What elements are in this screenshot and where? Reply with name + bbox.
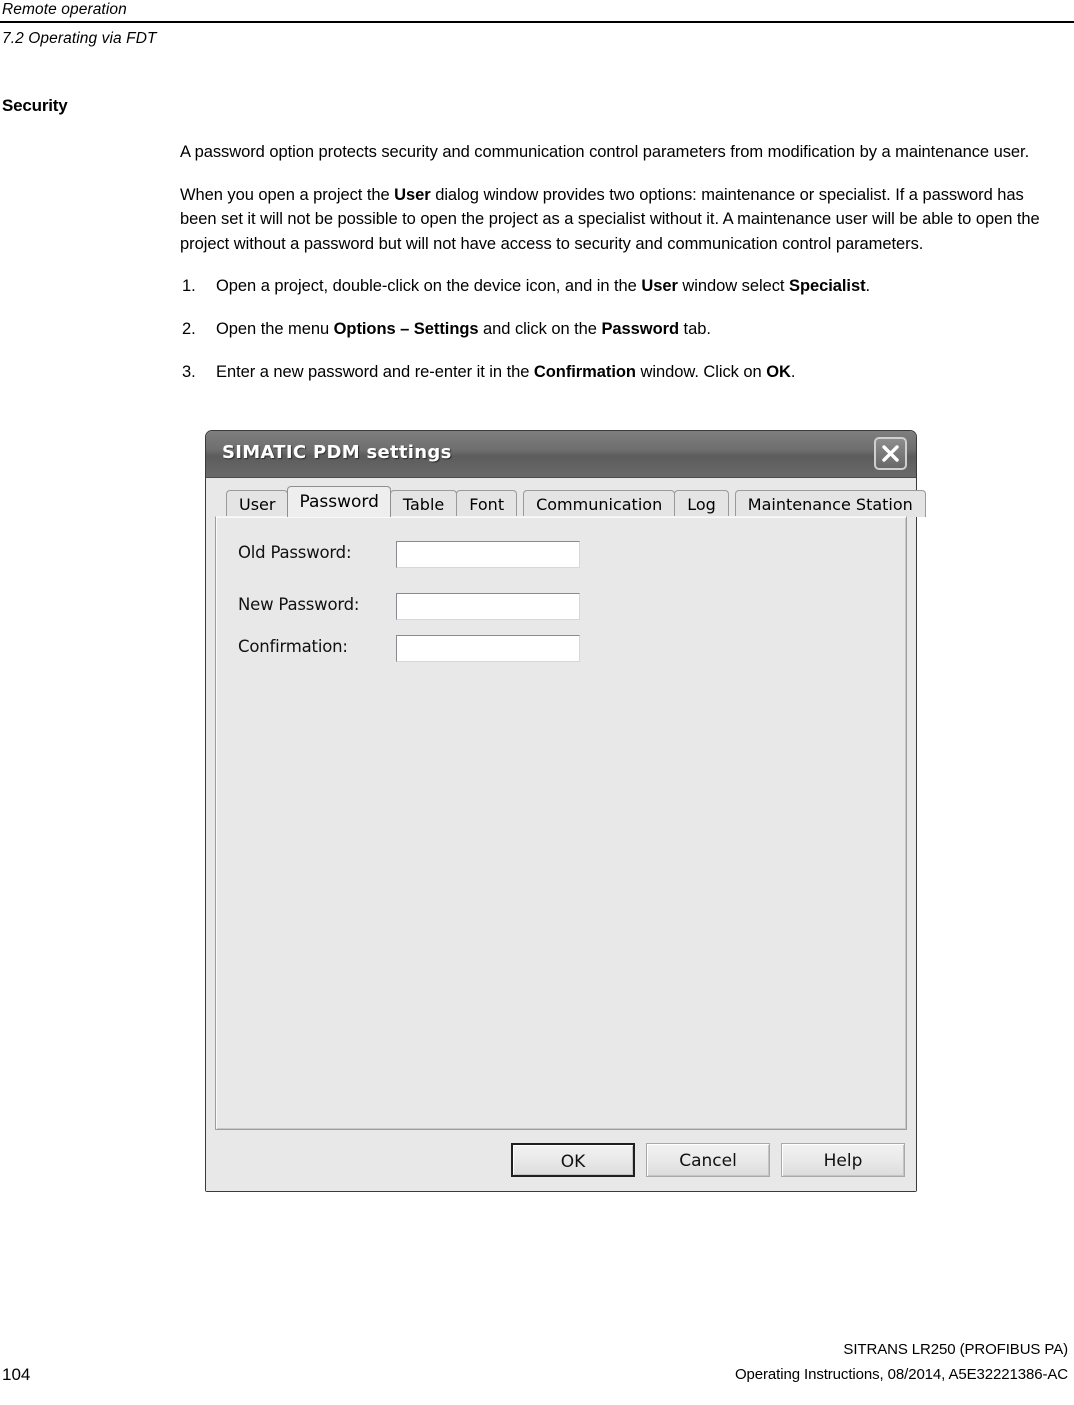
tab-font[interactable]: Font bbox=[456, 490, 518, 517]
footer-product-name: SITRANS LR250 (PROFIBUS PA) bbox=[843, 1341, 1068, 1358]
dialog-button-row: OK Cancel Help bbox=[215, 1130, 907, 1182]
body-text: Enter a new password and re-enter it in … bbox=[216, 363, 534, 381]
new-password-input[interactable] bbox=[396, 593, 580, 620]
body-text: window. Click on bbox=[635, 363, 767, 381]
emphasis-text: Options – Settings bbox=[333, 320, 479, 338]
tab-log[interactable]: Log bbox=[674, 490, 729, 517]
footer-document-id: Operating Instructions, 08/2014, A5E3222… bbox=[734, 1366, 1068, 1383]
page-header: Remote operation 7.2 Operating via FDT bbox=[0, 0, 1074, 49]
paragraph-list: A password option protects security and … bbox=[180, 140, 1056, 256]
tab-password[interactable]: Password bbox=[287, 486, 391, 517]
dialog-tabstrip: User Password Table Font Communication Log Mai… bbox=[215, 486, 926, 517]
dialog-titlebar[interactable]: SIMATIC PDM settings bbox=[206, 431, 916, 478]
body-text: A password option protects security and … bbox=[180, 143, 1030, 161]
header-chapter-title: Remote operation bbox=[2, 1, 127, 18]
body-text: window select bbox=[677, 277, 789, 295]
body-text: . bbox=[865, 277, 871, 295]
dialog-body: User Password Table Font Communication Log Mai… bbox=[206, 478, 926, 1191]
tab-table[interactable]: Table bbox=[389, 490, 458, 517]
new-password-label: New Password: bbox=[238, 595, 360, 614]
field-row: Old Password: bbox=[216, 541, 906, 568]
dialog-screenshot: SIMATIC PDM settings User Password Table Fo… bbox=[205, 430, 926, 1192]
page-number: 104 bbox=[2, 1365, 31, 1384]
confirmation-label: Confirmation: bbox=[238, 637, 348, 656]
simatic-pdm-settings-dialog: SIMATIC PDM settings User Password Table Fo… bbox=[205, 430, 926, 1192]
password-tab-panel: Old Password: New Password: Confirmation: bbox=[215, 516, 907, 1130]
emphasis-text: Confirmation bbox=[533, 363, 636, 381]
paragraph: When you open a project the User dialog … bbox=[180, 183, 1056, 257]
step-item: Open a project, double-click on the devi… bbox=[180, 274, 1056, 298]
emphasis-text: Password bbox=[601, 320, 680, 338]
body-text: . bbox=[790, 363, 796, 381]
paragraph: A password option protects security and … bbox=[180, 140, 1056, 165]
tab-maintenance-station[interactable]: Maintenance Station bbox=[734, 490, 926, 517]
tab-communication[interactable]: Communication bbox=[523, 490, 676, 517]
old-password-label: Old Password: bbox=[238, 543, 352, 562]
numbered-steps: Open a project, double-click on the devi… bbox=[180, 274, 1056, 384]
step-item: Open the menu Options – Settings and cli… bbox=[180, 317, 1056, 341]
body-text: and click on the bbox=[478, 320, 602, 338]
ok-button[interactable]: OK bbox=[511, 1143, 635, 1177]
page-title: Security bbox=[2, 96, 68, 115]
cancel-button[interactable]: Cancel bbox=[646, 1143, 770, 1177]
body-text: When you open a project the bbox=[180, 185, 395, 204]
emphasis-text: User bbox=[641, 277, 678, 295]
help-button[interactable]: Help bbox=[781, 1143, 905, 1177]
dialog-title: SIMATIC PDM settings bbox=[222, 442, 452, 463]
field-row: New Password: bbox=[216, 593, 906, 620]
emphasis-text: Specialist bbox=[789, 277, 866, 295]
step-item: Enter a new password and re-enter it in … bbox=[180, 360, 1056, 384]
footer-document-info: SITRANS LR250 (PROFIBUS PA) Operating In… bbox=[735, 1337, 1068, 1387]
confirmation-input[interactable] bbox=[396, 635, 580, 662]
body-column: A password option protects security and … bbox=[180, 140, 1056, 403]
page-footer: 104 SITRANS LR250 (PROFIBUS PA) Operatin… bbox=[0, 1333, 1074, 1387]
body-text: Open a project, double-click on the devi… bbox=[216, 277, 642, 295]
body-text: Open the menu bbox=[216, 320, 334, 338]
emphasis-text: User bbox=[394, 185, 431, 204]
field-row: Confirmation: bbox=[216, 635, 906, 662]
body-text: tab. bbox=[679, 320, 711, 338]
emphasis-text: OK bbox=[766, 363, 791, 381]
old-password-input[interactable] bbox=[396, 541, 580, 568]
header-section-title: 7.2 Operating via FDT bbox=[2, 30, 157, 47]
tab-user[interactable]: User bbox=[226, 490, 289, 517]
close-icon[interactable] bbox=[874, 437, 907, 470]
